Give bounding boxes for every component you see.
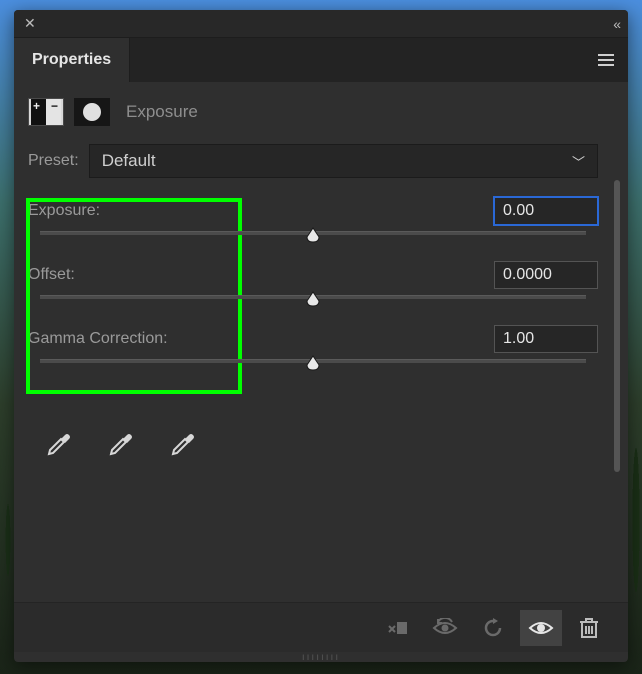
offset-slider-block: Offset: 0.0000 — [28, 260, 598, 316]
offset-input[interactable]: 0.0000 — [494, 261, 598, 289]
layer-mask-icon[interactable] — [74, 98, 110, 126]
offset-label: Offset: — [28, 266, 75, 284]
delete-button[interactable] — [568, 610, 610, 646]
menu-icon — [596, 50, 616, 70]
close-icon[interactable]: ✕ — [24, 15, 36, 32]
eyedropper-white-button[interactable] — [168, 428, 196, 456]
chevron-down-icon: ﹀ — [572, 152, 585, 171]
tab-properties[interactable]: Properties — [14, 38, 130, 82]
clip-icon — [385, 618, 409, 638]
eyedropper-gray-button[interactable] — [106, 428, 134, 456]
preset-select[interactable]: Default ﹀ — [89, 144, 598, 178]
exposure-input[interactable]: 0.00 — [494, 197, 598, 225]
tab-label: Properties — [32, 51, 111, 69]
slider-thumb-icon — [304, 226, 322, 244]
view-previous-button[interactable] — [424, 610, 466, 646]
eye-prev-icon — [432, 618, 458, 638]
reset-icon — [482, 617, 504, 639]
gamma-slider[interactable] — [28, 354, 598, 380]
preset-label: Preset: — [28, 152, 79, 170]
clip-to-layer-button[interactable] — [376, 610, 418, 646]
visibility-button[interactable] — [520, 610, 562, 646]
adjustment-heading: + − Exposure — [14, 82, 628, 138]
exposure-label: Exposure: — [28, 202, 100, 220]
panel-titlebar: ✕ « — [14, 10, 628, 38]
panel-bottom-bar — [14, 602, 628, 652]
slider-thumb-icon — [304, 290, 322, 308]
tab-row: Properties — [14, 38, 628, 82]
exposure-adjustment-icon[interactable]: + − — [28, 98, 64, 126]
sliders-area: Exposure: 0.00 Offset: 0.0000 — [14, 184, 628, 388]
gamma-input[interactable]: 1.00 — [494, 325, 598, 353]
exposure-slider-block: Exposure: 0.00 — [28, 196, 598, 252]
gamma-slider-block: Gamma Correction: 1.00 — [28, 324, 598, 380]
scrollbar[interactable] — [614, 180, 620, 472]
resize-grip[interactable]: ıııııııı — [14, 652, 628, 662]
preset-value: Default — [102, 151, 156, 171]
slider-thumb-icon — [304, 354, 322, 372]
exposure-slider[interactable] — [28, 226, 598, 252]
eyedropper-row — [14, 388, 628, 456]
trash-icon — [579, 617, 599, 639]
eye-icon — [528, 618, 554, 638]
offset-slider[interactable] — [28, 290, 598, 316]
gamma-label: Gamma Correction: — [28, 330, 168, 348]
reset-button[interactable] — [472, 610, 514, 646]
adjustment-title: Exposure — [126, 102, 198, 122]
panel-menu-button[interactable] — [584, 38, 628, 82]
preset-row: Preset: Default ﹀ — [14, 138, 628, 184]
eyedropper-black-button[interactable] — [44, 428, 72, 456]
collapse-icon[interactable]: « — [613, 16, 618, 32]
properties-panel: ✕ « Properties + − Exposure Preset: — [14, 10, 628, 662]
